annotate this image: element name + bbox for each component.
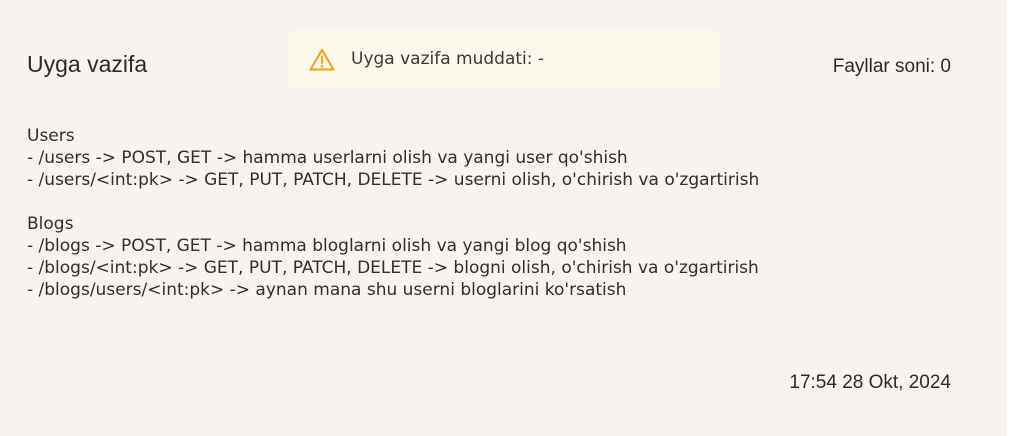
deadline-text: Uyga vazifa muddati: - xyxy=(351,49,545,69)
deadline-notice: Uyga vazifa muddati: - xyxy=(288,30,720,89)
timestamp: 17:54 28 Okt, 2024 xyxy=(789,372,951,393)
homework-title: Uyga vazifa xyxy=(27,51,148,77)
files-count: Fayllar soni: 0 xyxy=(832,56,951,77)
description-line: - /blogs/<int:pk> -> GET, PUT, PATCH, DE… xyxy=(27,258,759,278)
description-line: - /blogs -> POST, GET -> hamma bloglarni… xyxy=(27,236,627,256)
description-line: - /users/<int:pk> -> GET, PUT, PATCH, DE… xyxy=(27,170,760,190)
description-line: - /blogs/users/<int:pk> -> aynan mana sh… xyxy=(27,280,627,300)
section-heading: Users xyxy=(27,126,75,146)
warning-triangle-icon xyxy=(309,48,335,71)
homework-description: Users - /users -> POST, GET -> hamma use… xyxy=(27,125,759,301)
page-gutter xyxy=(1007,0,1033,436)
section-heading: Blogs xyxy=(27,214,74,234)
homework-card: Uyga vazifa Uyga vazifa muddati: - Fayll… xyxy=(0,0,1007,436)
description-line: - /users -> POST, GET -> hamma userlarni… xyxy=(27,148,628,168)
